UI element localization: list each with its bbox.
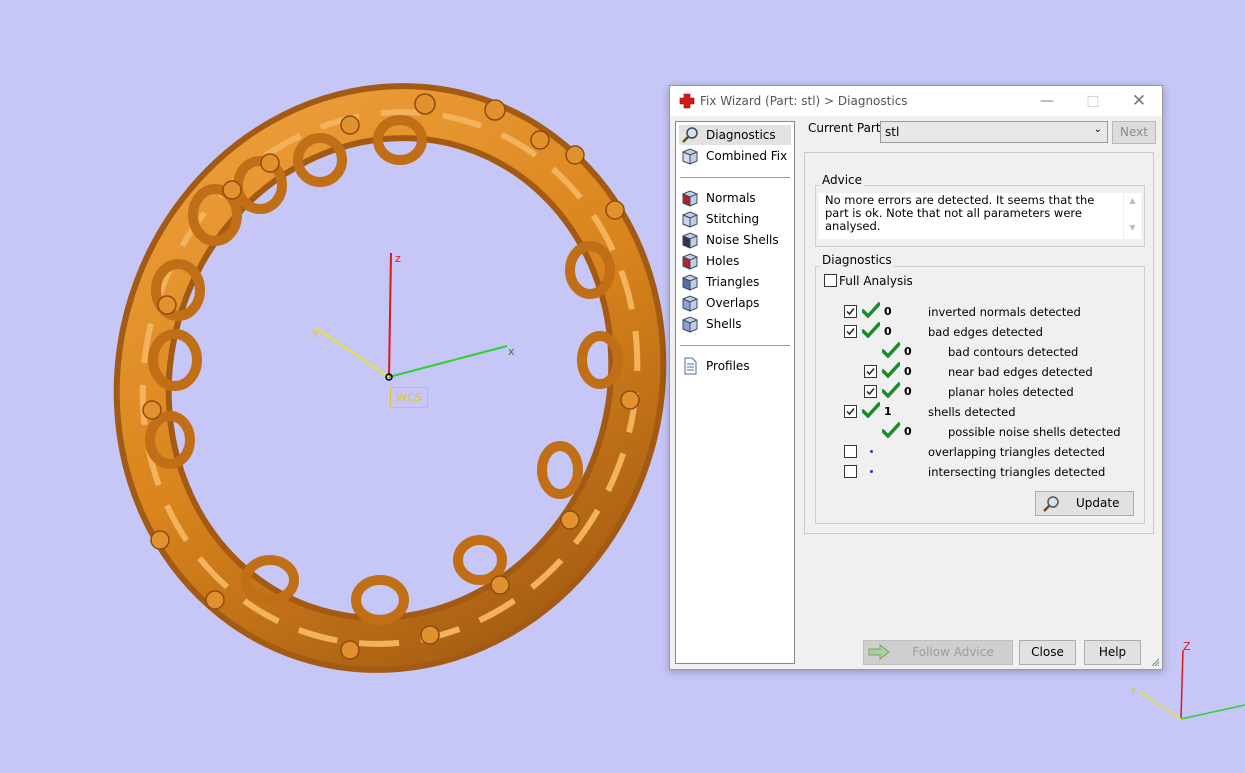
noise-cube-icon xyxy=(681,231,699,249)
check-mark-icon xyxy=(881,382,901,399)
check-mark-icon xyxy=(881,422,901,439)
check-mark-icon xyxy=(861,302,881,319)
overlapping-triangles-detected-checkbox[interactable] xyxy=(844,445,857,458)
ring-model[interactable] xyxy=(74,47,706,708)
maximize-button[interactable]: □ xyxy=(1070,86,1116,116)
shells-detected-checkbox[interactable] xyxy=(844,405,857,418)
overlapping-triangles-detected-label: overlapping triangles detected xyxy=(928,445,1106,459)
holes-cube-icon xyxy=(681,252,699,270)
red-cross-icon xyxy=(679,93,695,109)
nav-item-label: Normals xyxy=(706,191,756,205)
check-mark-icon xyxy=(881,362,901,379)
planar-holes-detected-label: planar holes detected xyxy=(948,385,1074,399)
title-bar[interactable]: Fix Wizard (Part: stl) > Diagnostics — □… xyxy=(670,86,1162,116)
close-button[interactable]: Close xyxy=(1019,640,1076,665)
near-bad-edges-detected-count: 0 xyxy=(904,365,912,378)
possible-noise-shells-detected-label: possible noise shells detected xyxy=(948,425,1121,439)
wizard-nav-panel: Diagnostics Combined Fix Normals Stitching… xyxy=(675,121,795,664)
nav-item-label: Diagnostics xyxy=(706,128,776,142)
inverted-normals-detected-label: inverted normals detected xyxy=(928,305,1081,319)
planar-holes-detected-count: 0 xyxy=(904,385,912,398)
overlaps-cube-icon xyxy=(681,294,699,312)
wcs-axes: z x y xyxy=(312,252,515,381)
bad-edges-detected-checkbox[interactable] xyxy=(844,325,857,338)
cube-icon xyxy=(681,147,699,165)
check-mark-icon xyxy=(861,322,881,339)
follow-advice-label: Follow Advice xyxy=(912,645,994,659)
nav-item-diagnostics[interactable]: Diagnostics xyxy=(679,125,791,145)
nav-item-shells[interactable]: Shells xyxy=(679,314,791,334)
near-bad-edges-detected-label: near bad edges detected xyxy=(948,365,1093,379)
chevron-down-icon: ⌄ xyxy=(1093,124,1102,135)
full-analysis-label: Full Analysis xyxy=(839,274,913,288)
nav-item-triangles[interactable]: Triangles xyxy=(679,272,791,292)
dialog-title: Fix Wizard (Part: stl) > Diagnostics xyxy=(700,94,908,108)
shells-detected-label: shells detected xyxy=(928,405,1016,419)
arrow-right-icon xyxy=(868,644,890,660)
intersecting-triangles-detected-label: intersecting triangles detected xyxy=(928,465,1106,479)
wcs-label: WCS xyxy=(390,387,428,408)
triangles-cube-icon xyxy=(681,273,699,291)
advice-text: No more errors are detected. It seems th… xyxy=(825,193,1095,233)
bad-contours-detected-count: 0 xyxy=(904,345,912,358)
pending-dot-icon xyxy=(870,470,873,473)
nav-item-combined-fix[interactable]: Combined Fix xyxy=(679,146,791,166)
nav-item-label: Profiles xyxy=(706,359,750,373)
current-part-select[interactable]: stl ⌄ xyxy=(880,121,1108,143)
near-bad-edges-detected-checkbox[interactable] xyxy=(864,365,877,378)
possible-noise-shells-detected-count: 0 xyxy=(904,425,912,438)
follow-advice-button[interactable]: Follow Advice xyxy=(863,640,1013,665)
current-part-label: Current Part: xyxy=(808,121,885,135)
pending-dot-icon xyxy=(870,450,873,453)
resize-grip-icon[interactable] xyxy=(1150,657,1160,667)
nav-item-label: Stitching xyxy=(706,212,760,226)
nav-item-stitching[interactable]: Stitching xyxy=(679,209,791,229)
nav-item-label: Shells xyxy=(706,317,742,331)
full-analysis-checkbox[interactable] xyxy=(824,274,837,287)
nav-item-label: Noise Shells xyxy=(706,233,779,247)
update-label: Update xyxy=(1076,496,1120,510)
mini-axis-z-label: Z xyxy=(1183,640,1191,653)
inverted-normals-detected-checkbox[interactable] xyxy=(844,305,857,318)
document-icon xyxy=(681,357,699,375)
shells-cube-icon xyxy=(681,315,699,333)
magnifier-icon xyxy=(1043,496,1059,512)
fix-wizard-dialog: Fix Wizard (Part: stl) > Diagnostics — □… xyxy=(669,85,1163,670)
nav-item-label: Overlaps xyxy=(706,296,760,310)
bad-contours-detected-label: bad contours detected xyxy=(948,345,1079,359)
mini-axis-y-label: Y xyxy=(1129,685,1137,698)
nav-item-label: Combined Fix xyxy=(706,149,788,163)
axis-z-label: z xyxy=(395,252,401,265)
nav-item-label: Triangles xyxy=(706,275,760,289)
inverted-normals-detected-count: 0 xyxy=(884,305,892,318)
bad-edges-detected-label: bad edges detected xyxy=(928,325,1043,339)
planar-holes-detected-checkbox[interactable] xyxy=(864,385,877,398)
nav-item-profiles[interactable]: Profiles xyxy=(679,356,791,376)
nav-item-normals[interactable]: Normals xyxy=(679,188,791,208)
diagnostics-title: Diagnostics xyxy=(820,253,894,267)
shells-detected-count: 1 xyxy=(884,405,892,418)
check-mark-icon xyxy=(861,402,881,419)
advice-title: Advice xyxy=(820,173,865,187)
advice-textbox[interactable]: No more errors are detected. It seems th… xyxy=(819,193,1141,239)
stitching-cube-icon xyxy=(681,210,699,228)
minimize-button[interactable]: — xyxy=(1024,86,1070,116)
help-button[interactable]: Help xyxy=(1084,640,1141,665)
update-button[interactable]: Update xyxy=(1035,491,1134,516)
nav-item-noise-shells[interactable]: Noise Shells xyxy=(679,230,791,250)
intersecting-triangles-detected-checkbox[interactable] xyxy=(844,465,857,478)
nav-item-holes[interactable]: Holes xyxy=(679,251,791,271)
nav-item-overlaps[interactable]: Overlaps xyxy=(679,293,791,313)
current-part-value: stl xyxy=(885,125,900,139)
next-button[interactable]: Next xyxy=(1112,121,1156,144)
normals-cube-icon xyxy=(681,189,699,207)
close-window-button[interactable]: ✕ xyxy=(1116,86,1162,116)
advice-scrollbar[interactable]: ▲ ▼ xyxy=(1123,193,1141,239)
axis-x-label: x xyxy=(508,345,515,358)
bad-edges-detected-count: 0 xyxy=(884,325,892,338)
axis-y-label: y xyxy=(312,326,319,339)
nav-item-label: Holes xyxy=(706,254,740,268)
check-mark-icon xyxy=(881,342,901,359)
magnifier-icon xyxy=(681,126,699,144)
